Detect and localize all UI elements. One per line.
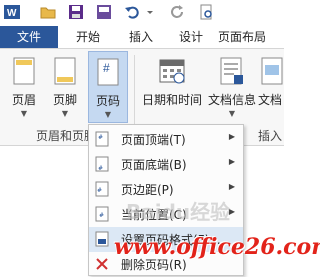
chevron-down-icon: ▼ [104,110,112,119]
print-preview-icon[interactable] [198,4,214,20]
svg-text:#: # [103,61,110,75]
save-icon[interactable] [68,4,84,20]
tab-design[interactable]: 设计 [168,26,214,48]
page-bottom-icon: # [95,156,109,172]
svg-text:W: W [7,8,17,19]
header-label: 页眉 [11,93,36,107]
header-icon [13,57,35,88]
document-parts-button[interactable]: 文档 [258,51,284,123]
menu-item-bottom-of-page[interactable]: # 页面底端(B) ▶ [89,152,243,177]
date-time-label: 日期和时间 [141,93,202,107]
word-logo-icon[interactable]: W [4,4,20,20]
footer-label: 页脚 [52,93,77,107]
document-info-icon [220,57,244,88]
save-copy-icon[interactable] [96,4,112,20]
site-watermark: www.office26.com [114,234,320,260]
menu-item-label: 页面顶端(T) [121,133,186,147]
chevron-right-icon: ▶ [228,132,235,141]
svg-text:#: # [99,212,104,219]
page-top-icon: # [95,131,109,147]
current-position-icon: # [95,206,109,222]
chevron-right-icon: ▶ [228,157,235,166]
date-time-button[interactable]: 日期和时间 [138,51,206,123]
menu-item-top-of-page[interactable]: # 页面顶端(T) ▶ [89,127,243,152]
chevron-down-icon: ▼ [228,109,236,118]
tab-file[interactable]: 文件 [0,26,58,48]
page-number-button[interactable]: # 页码 ▼ [88,51,128,123]
document-info-label: 文档信息 [207,93,256,107]
group-label-header-footer: 页眉和页脚 [36,129,97,143]
repeat-icon[interactable] [170,4,186,20]
svg-text:#: # [98,165,103,172]
undo-dropdown-icon[interactable] [146,4,154,20]
footer-button[interactable]: 页脚 ▼ [46,51,84,123]
page-margin-icon: # [95,181,109,197]
chevron-down-icon: ▼ [61,109,69,118]
tab-home[interactable]: 开始 [62,26,114,48]
calendar-icon [159,57,185,88]
remove-icon [95,256,109,272]
footer-icon [54,57,76,88]
document-parts-icon [261,57,283,88]
svg-text:#: # [97,187,102,194]
tab-page-layout[interactable]: 页面布局 [218,26,284,48]
document-info-button[interactable]: 文档信息 ▼ [206,51,258,123]
group-label-insert: 插入 [258,129,283,143]
chevron-down-icon: ▼ [20,109,28,118]
ribbon-tabs: 文件 开始 插入 设计 页面布局 [0,26,284,48]
open-folder-icon[interactable] [40,4,56,20]
page-number-label: 页码 [95,94,120,108]
chevron-right-icon: ▶ [228,182,235,191]
tab-insert[interactable]: 插入 [118,26,164,48]
baidu-watermark: Baidu经验 [126,200,231,224]
format-page-number-icon [95,231,109,247]
header-button[interactable]: 页眉 ▼ [6,51,42,123]
svg-text:#: # [98,134,103,141]
quick-access-toolbar: W [0,0,284,26]
document-parts-label: 文档 [258,93,283,107]
undo-icon[interactable] [124,4,140,20]
menu-item-label: 页面底端(B) [121,158,187,172]
page-number-icon: # [97,58,119,89]
